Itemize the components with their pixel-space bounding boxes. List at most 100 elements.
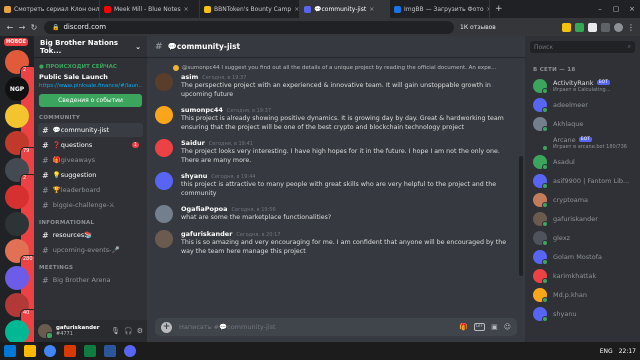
event-details-button[interactable]: Сведения о событии — [39, 94, 142, 107]
member-item[interactable]: karimkhattak — [525, 266, 640, 285]
avatar[interactable] — [155, 172, 173, 190]
chevron-down-icon: ⌄ — [135, 42, 141, 51]
browser-tab-bar: Смотреть сериал Клон онл×Meek Mill - Blu… — [0, 0, 640, 18]
avatar[interactable] — [155, 139, 173, 157]
bot-badge: БОТ — [578, 137, 593, 142]
member-item[interactable]: glexz — [525, 228, 640, 247]
member-item[interactable]: asif9900 | Fantom Lib... — [525, 171, 640, 190]
gift-icon[interactable]: 🎁 — [459, 323, 468, 331]
author-name[interactable]: OgafiaPopoa — [181, 205, 228, 213]
excel-icon[interactable] — [84, 345, 96, 357]
gif-icon[interactable]: GIF — [473, 323, 486, 331]
member-name: glexz — [553, 233, 571, 242]
channel-name: 🎁giveaways — [52, 156, 96, 164]
word-icon[interactable] — [104, 345, 116, 357]
menu-icon[interactable]: ⋮ — [627, 23, 636, 32]
close-icon[interactable]: × — [184, 6, 189, 13]
avatar[interactable] — [155, 230, 173, 248]
message-input[interactable] — [179, 323, 429, 331]
avatar[interactable] — [155, 73, 173, 91]
server-icon[interactable] — [5, 320, 29, 342]
clock[interactable]: 22:17 — [619, 348, 636, 355]
avatar[interactable] — [38, 324, 53, 339]
server-icon[interactable] — [5, 104, 29, 128]
author-name[interactable]: shyanu — [181, 172, 207, 180]
plus-icon[interactable]: + — [161, 321, 172, 333]
channel-item[interactable]: # resources📚 — [38, 228, 143, 242]
member-item[interactable]: Akhlaque — [525, 114, 640, 133]
browser-tab[interactable]: ImgBB — Загрузить Фото× — [390, 0, 490, 18]
channel-item[interactable]: # 🏆leaderboard — [38, 183, 143, 197]
browser-tab[interactable]: Meek Mill - Blue Notes × — [100, 0, 200, 18]
author-name[interactable]: asim — [181, 73, 198, 81]
maximize-icon[interactable]: ▢ — [608, 0, 624, 18]
channel-item[interactable]: # upcoming-events-🎤 — [38, 243, 143, 257]
author-name[interactable]: gafuriskander — [181, 230, 232, 238]
avatar — [533, 230, 548, 246]
server-header[interactable]: Big Brother Nations Tok... ⌄ — [34, 36, 147, 58]
close-icon[interactable]: × — [294, 6, 299, 13]
member-item[interactable]: Arcane БОТ Играет в arcane.bot 180/736 — [525, 133, 640, 152]
server-icon[interactable] — [5, 212, 29, 236]
search-box[interactable]: Поиск ⌕ — [530, 41, 635, 53]
channel-item[interactable]: # ❓questions 1 — [38, 138, 143, 152]
chat-area: # 💬community-jist @sumonpc44 I suggest y… — [147, 36, 525, 342]
new-tab-button[interactable]: + — [490, 0, 508, 18]
category-header[interactable]: INFORMATIONAL — [39, 220, 147, 226]
url-field[interactable]: 🔒 discord.com — [44, 20, 454, 34]
server-icon[interactable]: NGP — [5, 77, 29, 101]
author-name[interactable]: Saidur — [181, 139, 205, 147]
channel-item[interactable]: # 🎁giveaways — [38, 153, 143, 167]
avatar[interactable] — [155, 205, 173, 223]
member-item[interactable]: adeelmeer — [525, 95, 640, 114]
channel-item[interactable]: # biggie-challenge-⚔ — [38, 198, 143, 212]
profile-icon[interactable] — [614, 22, 623, 32]
forward-icon[interactable]: → — [16, 23, 28, 32]
event-link[interactable]: https://www.pinksale.finance/#/laun... — [39, 83, 142, 89]
scrollbar[interactable] — [519, 156, 523, 276]
category-header[interactable]: COMMUNITY — [39, 115, 147, 121]
folder-icon[interactable] — [24, 345, 36, 357]
headphones-icon[interactable]: 🎧 — [124, 327, 133, 335]
browser-tab[interactable]: Смотреть сериал Клон онл× — [0, 0, 100, 18]
back-icon[interactable]: ← — [4, 23, 16, 32]
member-name: gafuriskander — [553, 214, 598, 223]
avatar[interactable] — [155, 106, 173, 124]
server-icon[interactable] — [5, 266, 29, 290]
minimize-icon[interactable]: – — [592, 0, 608, 18]
mic-icon[interactable]: 🎙 — [111, 327, 120, 335]
member-item[interactable]: cryptoama — [525, 190, 640, 209]
close-window-icon[interactable]: × — [624, 0, 640, 18]
sticker-icon[interactable]: ▣ — [491, 323, 498, 331]
reload-icon[interactable]: ↻ — [28, 23, 40, 32]
member-info: cryptoama — [553, 196, 588, 204]
member-item[interactable]: shyanu — [525, 304, 640, 323]
member-item[interactable]: Md.p.khan — [525, 285, 640, 304]
app-icon[interactable] — [64, 345, 76, 357]
category-header[interactable]: MEETINGS — [39, 265, 147, 271]
server-icon[interactable] — [5, 185, 29, 209]
channel-item[interactable]: # Big Brother Arena — [38, 273, 143, 287]
browser-tab[interactable]: 💬community-jist × — [300, 0, 390, 18]
author-name[interactable]: sumonpc44 — [181, 106, 223, 114]
reviews-badge[interactable]: 1К отзывов — [460, 24, 496, 31]
shield-icon[interactable] — [575, 22, 584, 32]
language-indicator[interactable]: ENG — [600, 348, 613, 355]
member-item[interactable]: ActivityRank БОТ Играет в Calculating... — [525, 76, 640, 95]
puzzle-icon[interactable] — [601, 22, 610, 32]
discord-icon[interactable] — [124, 345, 136, 357]
start-icon[interactable] — [4, 345, 16, 357]
emoji-icon[interactable]: ☺ — [504, 323, 511, 331]
channel-item[interactable]: # 💡suggestion — [38, 168, 143, 182]
reply-preview[interactable]: @sumonpc44 I suggest you find out all th… — [173, 63, 517, 73]
member-item[interactable]: gafuriskander — [525, 209, 640, 228]
channel-item[interactable]: # 💬community-jist — [38, 123, 143, 137]
extension-icon[interactable] — [562, 22, 571, 32]
member-item[interactable]: Golam Mostofa — [525, 247, 640, 266]
gear-icon[interactable]: ⚙ — [137, 327, 143, 335]
close-icon[interactable]: × — [369, 6, 374, 13]
browser-tab[interactable]: BBNToken's Bounty Camp × — [200, 0, 300, 18]
extension-icon[interactable] — [588, 22, 597, 32]
member-item[interactable]: Asadul — [525, 152, 640, 171]
chrome-icon[interactable] — [44, 345, 56, 357]
